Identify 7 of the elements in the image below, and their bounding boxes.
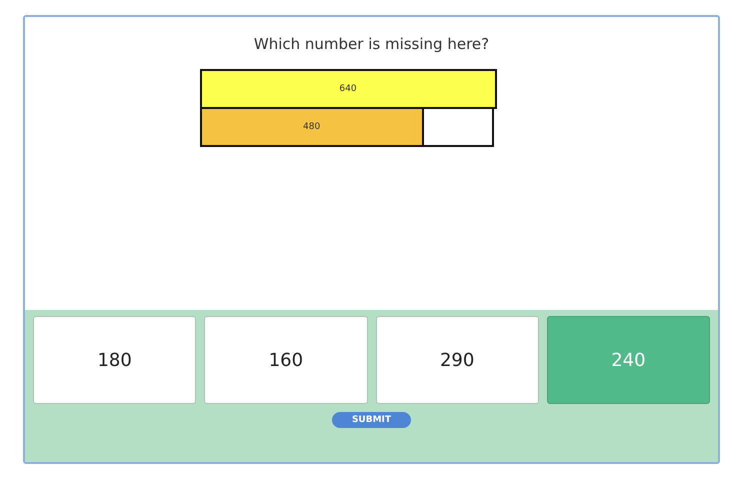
answer-option[interactable]: 180 bbox=[33, 316, 196, 404]
bar-segment: 480 bbox=[200, 107, 424, 147]
submit-button[interactable]: SUBMIT bbox=[332, 412, 412, 428]
question-text: Which number is missing here? bbox=[254, 35, 490, 53]
answer-option[interactable]: 290 bbox=[376, 316, 539, 404]
answer-option[interactable]: 160 bbox=[204, 316, 368, 404]
bar-segment: 640 bbox=[200, 69, 496, 109]
